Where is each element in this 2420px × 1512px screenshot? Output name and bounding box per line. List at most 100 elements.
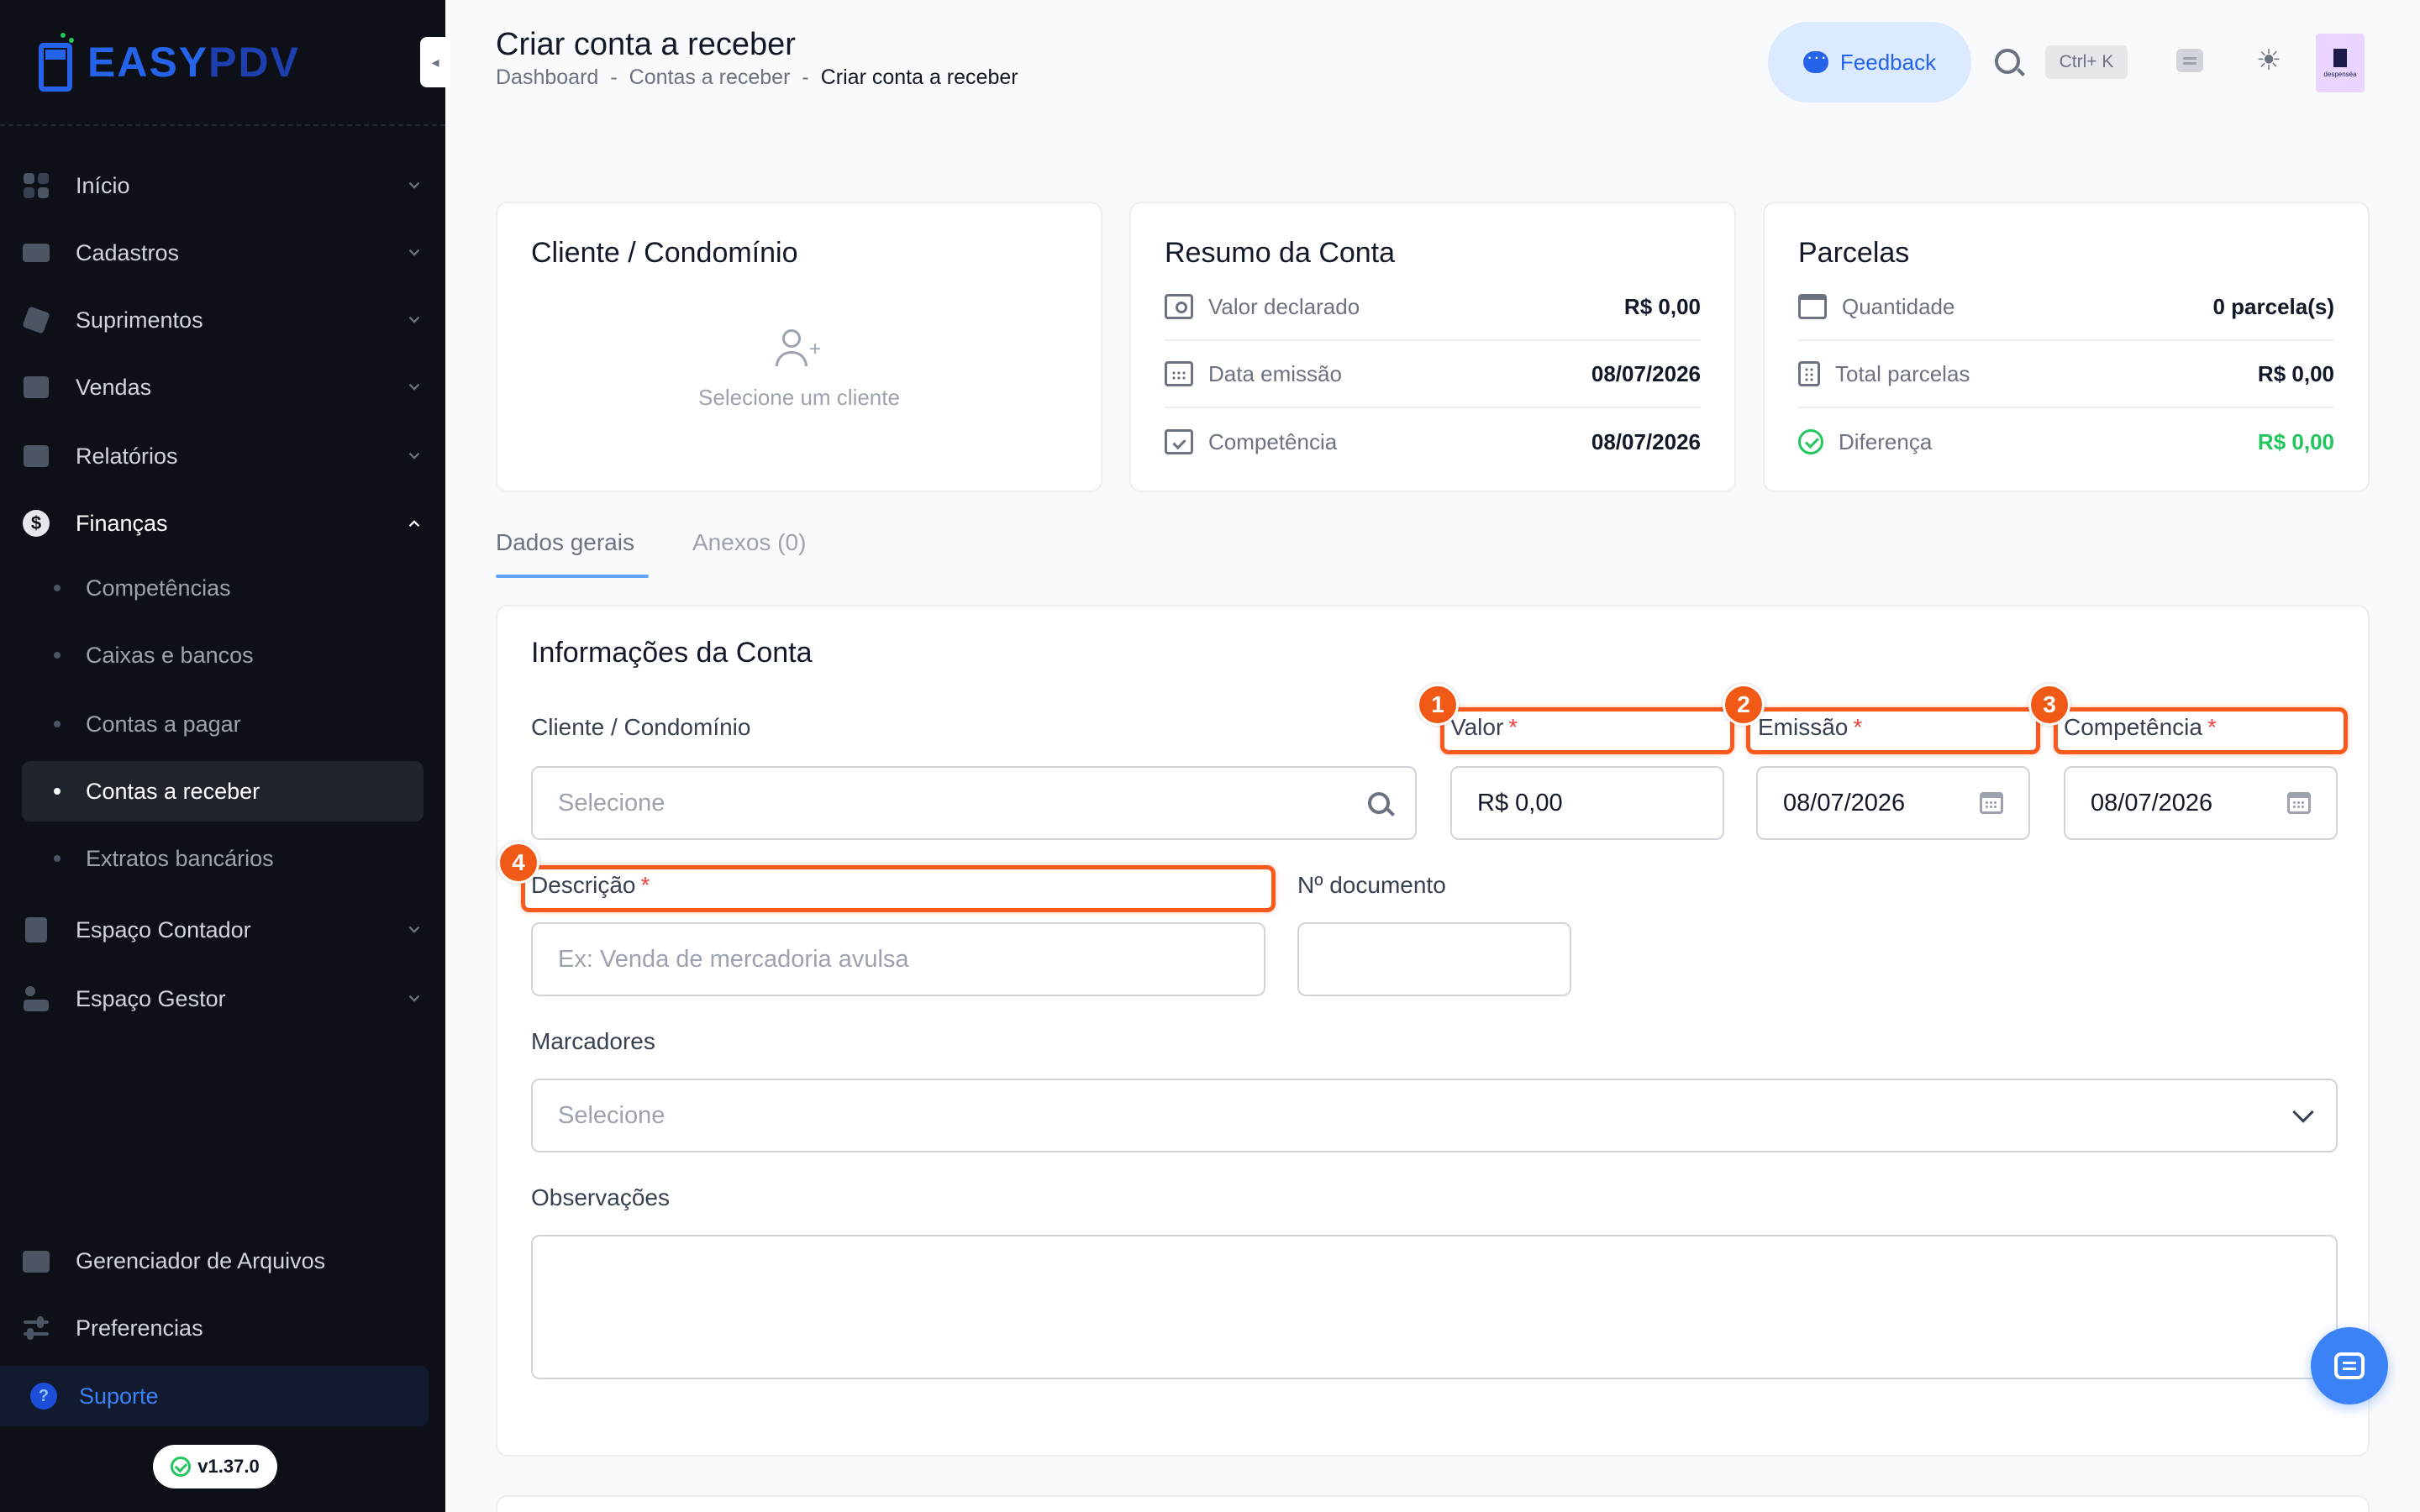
sidebar-item-espaco-contador[interactable]: Espaço Contador [22, 900, 424, 959]
section-title: Informações da Conta [531, 637, 813, 669]
description-placeholder: Ex: Venda de mercadoria avulsa [558, 945, 909, 973]
chevron-down-icon [408, 316, 420, 323]
feedback-button[interactable]: Feedback [1768, 22, 1971, 102]
sidebar-item-label: Cadastros [76, 239, 180, 265]
sidebar-item-financas[interactable]: $ Finanças [22, 494, 424, 553]
sidebar-divider [0, 124, 445, 126]
avatar-text: despenséa [2323, 70, 2357, 78]
issue-date-input[interactable]: 08/07/2026 [1756, 766, 2030, 840]
store-logo-icon [2333, 48, 2347, 67]
notes-label: Observações [531, 1184, 670, 1210]
messages-icon[interactable] [2176, 49, 2203, 72]
chevron-down-icon [408, 249, 420, 256]
sidebar-item-suprimentos[interactable]: Suprimentos [22, 291, 424, 349]
breadcrumb-dashboard[interactable]: Dashboard [496, 66, 598, 90]
sidebar-subitem-extratos[interactable]: Extratos bancários [22, 828, 424, 889]
value-input[interactable]: R$ 0,00 [1450, 766, 1724, 840]
sidebar-subitem-competencias[interactable]: Competências [22, 558, 424, 618]
breadcrumb-separator: - [802, 66, 809, 89]
row-label: Data emissão [1208, 360, 1342, 386]
calculator-icon [1798, 361, 1820, 386]
client-label: Cliente / Condomínio [531, 714, 751, 740]
check-circle-icon [1798, 429, 1823, 454]
tags-placeholder: Selecione [558, 1101, 666, 1129]
bullet-icon [54, 721, 60, 727]
competence-input[interactable]: 08/07/2026 [2064, 766, 2338, 840]
sidebar-item-label: Espaço Contador [76, 916, 251, 942]
client-select[interactable]: Selecione [531, 766, 1417, 840]
avatar[interactable]: despenséa [2316, 34, 2365, 92]
breadcrumb: Dashboard - Contas a receber - Criar con… [496, 66, 1018, 90]
sidebar-subitem-label: Extratos bancários [86, 845, 274, 871]
tab-dados-gerais[interactable]: Dados gerais [496, 529, 634, 556]
annotation-highlight-competence [2054, 707, 2348, 754]
sidebar-item-relatorios[interactable]: Relatórios [22, 427, 424, 486]
theme-toggle-sun-icon[interactable]: ☀ [2255, 45, 2282, 76]
search-icon[interactable] [1368, 792, 1390, 814]
folder-icon [22, 1247, 50, 1275]
search-icon[interactable] [1995, 49, 2020, 74]
sidebar-subitem-contas-pagar[interactable]: Contas a pagar [22, 694, 424, 754]
notes-textarea[interactable] [531, 1235, 2338, 1379]
annotation-badge-2: 2 [1723, 684, 1765, 726]
search-shortcut[interactable]: Ctrl+ K [2045, 45, 2128, 79]
sidebar-subitem-caixas-bancos[interactable]: Caixas e bancos [22, 625, 424, 685]
sidebar-item-label: Finanças [76, 510, 168, 536]
sidebar-item-cadastros[interactable]: Cadastros [22, 223, 424, 282]
calendar-icon[interactable] [1980, 792, 2003, 814]
sidebar-item-label: Vendas [76, 374, 152, 400]
sidebar-item-vendas[interactable]: Vendas [22, 358, 424, 417]
client-card: Cliente / Condomínio + Selecione um clie… [496, 202, 1102, 492]
calendar-icon[interactable] [2287, 792, 2311, 814]
row-label: Competência [1208, 428, 1338, 454]
collapse-sidebar-button[interactable]: ◂ [420, 37, 450, 87]
chat-fab-button[interactable] [2311, 1327, 2388, 1404]
pos-terminal-icon [39, 31, 77, 93]
sidebar-item-preferences[interactable]: Preferencias [22, 1299, 424, 1357]
version-badge: v1.37.0 [153, 1445, 277, 1488]
sidebar-item-espaco-gestor[interactable]: Espaço Gestor [22, 969, 424, 1028]
add-user-icon: + [776, 329, 823, 368]
breadcrumb-contas-receber[interactable]: Contas a receber [629, 66, 791, 90]
active-tab-indicator [496, 575, 649, 578]
page-title: Criar conta a receber [496, 27, 796, 62]
sidebar-item-label: Relatórios [76, 443, 178, 469]
dollar-icon: $ [22, 509, 50, 538]
value-input-text: R$ 0,00 [1477, 789, 1563, 816]
sidebar-item-label: Início [76, 172, 130, 198]
sidebar-subitem-contas-receber[interactable]: Contas a receber [22, 761, 424, 822]
tab-anexos[interactable]: Anexos (0) [692, 529, 806, 556]
row-label: Total parcelas [1835, 360, 1970, 386]
sidebar-subitem-label: Contas a pagar [86, 711, 241, 737]
sidebar-item-label: Gerenciador de Arquivos [76, 1247, 326, 1273]
annotation-badge-4: 4 [497, 842, 539, 884]
bullet-icon [54, 585, 60, 591]
annotation-highlight-issue [1746, 707, 2040, 754]
sidebar-item-inicio[interactable]: Início [22, 156, 424, 215]
row-value: R$ 0,00 [2257, 360, 2334, 386]
client-empty-state[interactable]: + Selecione um cliente [497, 329, 1101, 411]
summary-row-issue-date: Data emissão 08/07/2026 [1165, 341, 1701, 408]
chevron-down-icon [408, 181, 420, 189]
issue-date-text: 08/07/2026 [1783, 789, 1906, 816]
breadcrumb-current: Criar conta a receber [820, 66, 1018, 89]
sidebar-item-label: Espaço Gestor [76, 985, 226, 1011]
row-value: 08/07/2026 [1591, 360, 1701, 386]
box-icon [22, 306, 50, 334]
chevron-down-icon [2292, 1101, 2314, 1123]
installments-row-difference: Diferença R$ 0,00 [1798, 408, 2334, 475]
cash-register-icon [22, 373, 50, 402]
version-text: v1.37.0 [197, 1456, 260, 1477]
brand-logo[interactable]: EASYPDV [39, 29, 300, 96]
sidebar-item-support[interactable]: ? Suporte [0, 1366, 429, 1426]
sidebar-subitem-label: Competências [86, 575, 231, 601]
empty-client-text: Selecione um cliente [698, 385, 900, 410]
row-value: R$ 0,00 [2257, 428, 2334, 454]
tags-select[interactable]: Selecione [531, 1079, 2338, 1152]
calendar-icon [1165, 361, 1193, 386]
description-input[interactable]: Ex: Venda de mercadoria avulsa [531, 922, 1265, 996]
doc-number-input[interactable] [1297, 922, 1571, 996]
sidebar-item-file-manager[interactable]: Gerenciador de Arquivos [22, 1231, 424, 1290]
summary-row-value: Valor declarado R$ 0,00 [1165, 274, 1701, 341]
chart-icon [22, 442, 50, 470]
